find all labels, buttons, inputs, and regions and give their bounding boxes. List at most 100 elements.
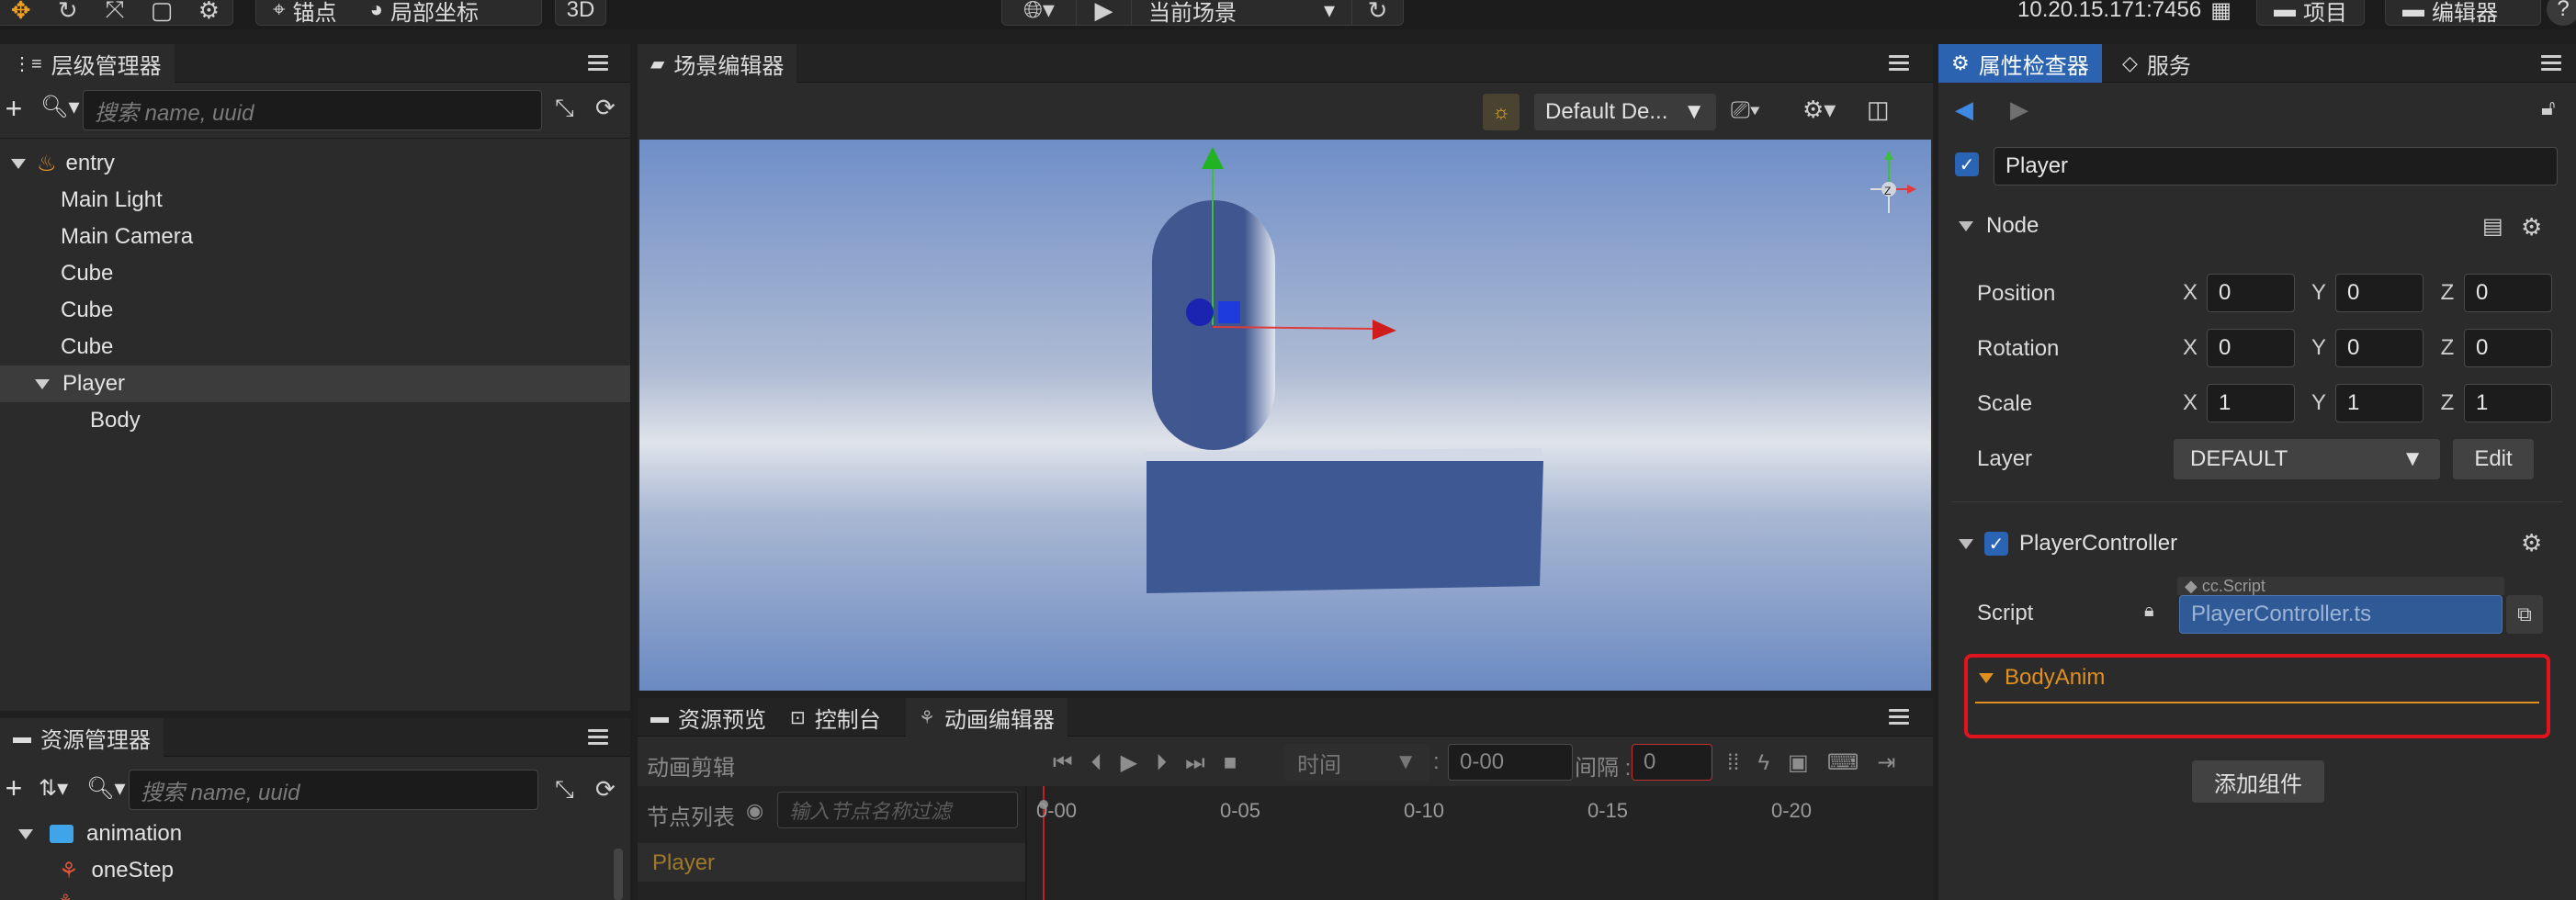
play-icon[interactable]: ▶ — [1076, 0, 1131, 25]
unlock-icon[interactable]: 🔓︎ — [2541, 96, 2556, 121]
forward-arrow-icon[interactable]: ▶ — [2010, 96, 2028, 124]
hierarchy-search-input[interactable]: 搜索 name, uuid — [83, 90, 542, 130]
menu-icon[interactable] — [586, 51, 610, 75]
scene-select[interactable]: 当前场景 ▾ — [1131, 0, 1351, 26]
camera-select[interactable]: Default De... ▼ — [1534, 94, 1716, 130]
scale-z-input[interactable]: 1 — [2464, 384, 2552, 422]
eye-icon[interactable]: ◉ — [746, 799, 763, 823]
qrcode-icon[interactable]: ▦ — [2210, 0, 2231, 24]
gear-icon[interactable]: ⚙ — [2521, 529, 2542, 557]
expand-arrow-icon[interactable] — [18, 828, 33, 839]
scrollbar[interactable] — [614, 849, 623, 900]
mode-3d-button[interactable]: 3D — [555, 0, 606, 26]
node-filter-input[interactable]: 输入节点名称过滤 — [777, 792, 1018, 828]
component-header[interactable]: ✓ PlayerController — [1959, 531, 2177, 557]
interval-input[interactable]: 0 — [1632, 744, 1712, 781]
collapse-icon[interactable]: ⤡ — [555, 775, 574, 804]
time-unit-select[interactable]: 时间 ▼ — [1284, 744, 1429, 781]
layer-edit-button[interactable]: Edit — [2453, 439, 2534, 479]
scene-viewport[interactable]: Z — [639, 140, 1931, 691]
sort-icon[interactable]: ⇅▾ — [39, 775, 68, 802]
node-section-header[interactable]: Node — [1959, 213, 2039, 239]
menu-icon[interactable] — [1887, 705, 1911, 729]
script-field[interactable]: PlayerController.ts — [2179, 595, 2503, 634]
move-tool-icon[interactable]: ✥ — [0, 0, 44, 25]
z-axis-handle-icon[interactable] — [1186, 298, 1214, 326]
scale-x-input[interactable]: 1 — [2207, 384, 2295, 422]
help-icon[interactable]: ? — [2547, 0, 2576, 26]
collapse-arrow-icon[interactable] — [1979, 672, 1994, 683]
refresh-icon[interactable]: ⟳ — [595, 775, 616, 804]
rect-tool-icon[interactable]: ▢ — [139, 0, 186, 25]
expand-arrow-icon[interactable] — [11, 158, 26, 169]
tab-console[interactable]: ⊡ 控制台 — [777, 698, 894, 737]
tree-item-cube[interactable]: Cube — [61, 255, 113, 292]
tree-item-main-camera[interactable]: Main Camera — [61, 219, 193, 255]
position-y-input[interactable]: 0 — [2335, 274, 2423, 312]
rotation-y-input[interactable]: 0 — [2335, 329, 2423, 367]
tab-service[interactable]: ◇ 服务 — [2109, 44, 2204, 83]
refresh-icon[interactable]: ⟳ — [595, 94, 616, 122]
keyboard-icon[interactable]: ⌨ — [1827, 749, 1859, 776]
position-x-input[interactable]: 0 — [2207, 274, 2295, 312]
position-z-input[interactable]: 0 — [2464, 274, 2552, 312]
tab-hierarchy[interactable]: ⋮≡ 层级管理器 — [0, 44, 175, 83]
search-icon[interactable]: 🔍︎▾ — [40, 94, 80, 120]
assets-search-input[interactable]: 搜索 name, uuid — [129, 770, 538, 810]
open-script-icon[interactable]: ⧉ — [2506, 595, 2543, 634]
tree-item-body[interactable]: Body — [90, 402, 141, 439]
tab-animation-editor[interactable]: ⚘ 动画编辑器 — [906, 698, 1068, 737]
add-component-button[interactable]: 添加组件 — [2192, 760, 2324, 803]
jump-last-icon[interactable]: ⏭ — [1185, 750, 1205, 776]
component-enabled-checkbox[interactable]: ✓ — [1984, 532, 2008, 556]
grid-icon[interactable]: ⁞⁞ — [1727, 750, 1739, 776]
scale-y-input[interactable]: 1 — [2335, 384, 2423, 422]
add-node-icon[interactable]: + — [0, 92, 28, 125]
tab-inspector[interactable]: ⚙ 属性检查器 — [1938, 44, 2102, 83]
rotate-tool-icon[interactable]: ↻ — [44, 0, 91, 25]
doc-icon[interactable]: ▤ — [2482, 213, 2503, 240]
tree-item-player[interactable]: Player — [35, 366, 125, 402]
gear-icon[interactable]: ⚙ — [186, 0, 232, 25]
editor-button[interactable]: ▬ 编辑器 — [2385, 0, 2541, 26]
stop-icon[interactable]: ■ — [1224, 750, 1237, 776]
back-arrow-icon[interactable]: ◀ — [1955, 96, 1973, 124]
gear-icon[interactable]: ⚙▾ — [1802, 96, 1836, 124]
next-frame-icon[interactable]: ⏵ — [1156, 750, 1167, 776]
expand-arrow-icon[interactable] — [35, 378, 50, 389]
collapse-icon[interactable]: ⤡ — [555, 94, 574, 123]
light-toggle-icon[interactable]: ☼ — [1483, 94, 1520, 130]
scale-tool-icon[interactable]: ⤧ — [91, 0, 138, 25]
asset-item-onestep[interactable]: ⚘ oneStep — [59, 852, 174, 889]
save-icon[interactable]: ▣ — [1788, 749, 1809, 776]
layer-select[interactable]: DEFAULT ▼ — [2174, 439, 2440, 479]
collapse-arrow-icon[interactable] — [1959, 538, 1973, 549]
tab-assets[interactable]: ▬ 资源管理器 — [0, 718, 164, 757]
asset-folder-animation[interactable]: animation — [18, 816, 182, 852]
tree-item-entry[interactable]: ♨ entry — [11, 145, 115, 182]
project-button[interactable]: ▬ 项目 — [2256, 0, 2365, 26]
collapse-arrow-icon[interactable] — [1959, 220, 1973, 231]
play-icon[interactable]: ▶ — [1121, 749, 1137, 776]
camera-settings-icon[interactable]: ⎚▾ — [1731, 96, 1760, 125]
rotation-x-input[interactable]: 0 — [2207, 329, 2295, 367]
plane-handle-icon[interactable] — [1218, 301, 1240, 323]
tab-asset-preview[interactable]: ▬ 资源预览 — [638, 698, 779, 737]
tree-item-cube[interactable]: Cube — [61, 292, 113, 329]
node-name-input[interactable]: Player — [1994, 147, 2558, 186]
menu-icon[interactable] — [586, 726, 610, 749]
menu-icon[interactable] — [2539, 51, 2563, 75]
tree-item-cube[interactable]: Cube — [61, 329, 113, 366]
current-time-input[interactable]: 0-00 — [1448, 744, 1573, 781]
local-coord-button[interactable]: ◕ 局部坐标 — [354, 0, 496, 26]
exit-icon[interactable]: ⇥ — [1877, 749, 1895, 776]
add-asset-icon[interactable]: + — [0, 771, 28, 804]
anchor-button[interactable]: ⌖ 锚点 — [256, 0, 354, 26]
gear-icon[interactable]: ⚙ — [2521, 213, 2542, 242]
jump-first-icon[interactable]: ⏮ — [1053, 750, 1073, 776]
bodyanim-header[interactable]: BodyAnim — [1979, 665, 2105, 691]
layout-icon[interactable]: ◫ — [1867, 96, 1890, 124]
tab-scene-editor[interactable]: ▰ 场景编辑器 — [638, 44, 797, 83]
active-checkbox[interactable]: ✓ — [1955, 152, 1979, 176]
event-icon[interactable]: ϟ — [1757, 750, 1769, 776]
